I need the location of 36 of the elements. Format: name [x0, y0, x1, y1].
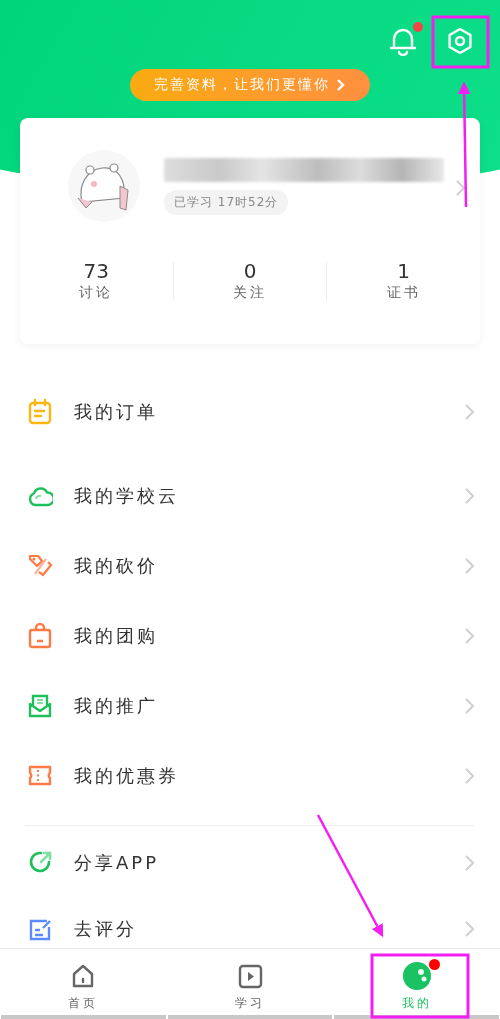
settings-icon[interactable]: [445, 26, 475, 56]
chevron-icon: [463, 403, 475, 421]
menu-item[interactable]: 我的订单: [0, 377, 500, 447]
stat-label[interactable]: 讨论: [79, 282, 114, 302]
chevron-icon: [463, 767, 475, 785]
play-icon: [236, 962, 264, 990]
stat-label[interactable]: 证书: [386, 282, 421, 302]
stat-label[interactable]: 关注: [233, 282, 267, 302]
bell-icon[interactable]: [389, 26, 417, 56]
menu-item[interactable]: 分享APP: [0, 830, 500, 896]
profile-tab-icon: [401, 961, 432, 991]
menu-item[interactable]: 我的优惠券: [25, 741, 475, 811]
tab[interactable]: 学习: [167, 949, 333, 1019]
menu-item[interactable]: 我的推广: [25, 671, 475, 741]
menu-item[interactable]: 我的砍价: [25, 531, 475, 601]
stat-value: 73: [83, 260, 110, 282]
menu-item[interactable]: 我的团购: [25, 601, 475, 671]
stat-value: 1: [397, 260, 411, 282]
chevron-icon[interactable]: [454, 179, 466, 197]
shopping-bag-icon: [27, 622, 53, 650]
tab[interactable]: 首页: [1, 949, 166, 1019]
chevron-icon: [463, 920, 475, 938]
menu-item[interactable]: 我的学校云: [25, 461, 475, 531]
study-time-badge: 已学习 17时52分: [164, 189, 289, 215]
chevron-icon: [336, 78, 346, 92]
chevron-icon: [463, 487, 475, 505]
chevron-icon: [463, 697, 475, 715]
menu-item[interactable]: 去评分: [0, 896, 500, 948]
chevron-icon: [463, 557, 475, 575]
calendar-icon: [27, 398, 53, 426]
highlight-frame: [431, 15, 490, 69]
chevron-icon: [463, 627, 475, 645]
stat-value: 0: [243, 260, 257, 282]
chevron-icon: [463, 854, 475, 872]
avatar-drawing[interactable]: [68, 150, 140, 222]
envelope-icon: [27, 692, 53, 720]
